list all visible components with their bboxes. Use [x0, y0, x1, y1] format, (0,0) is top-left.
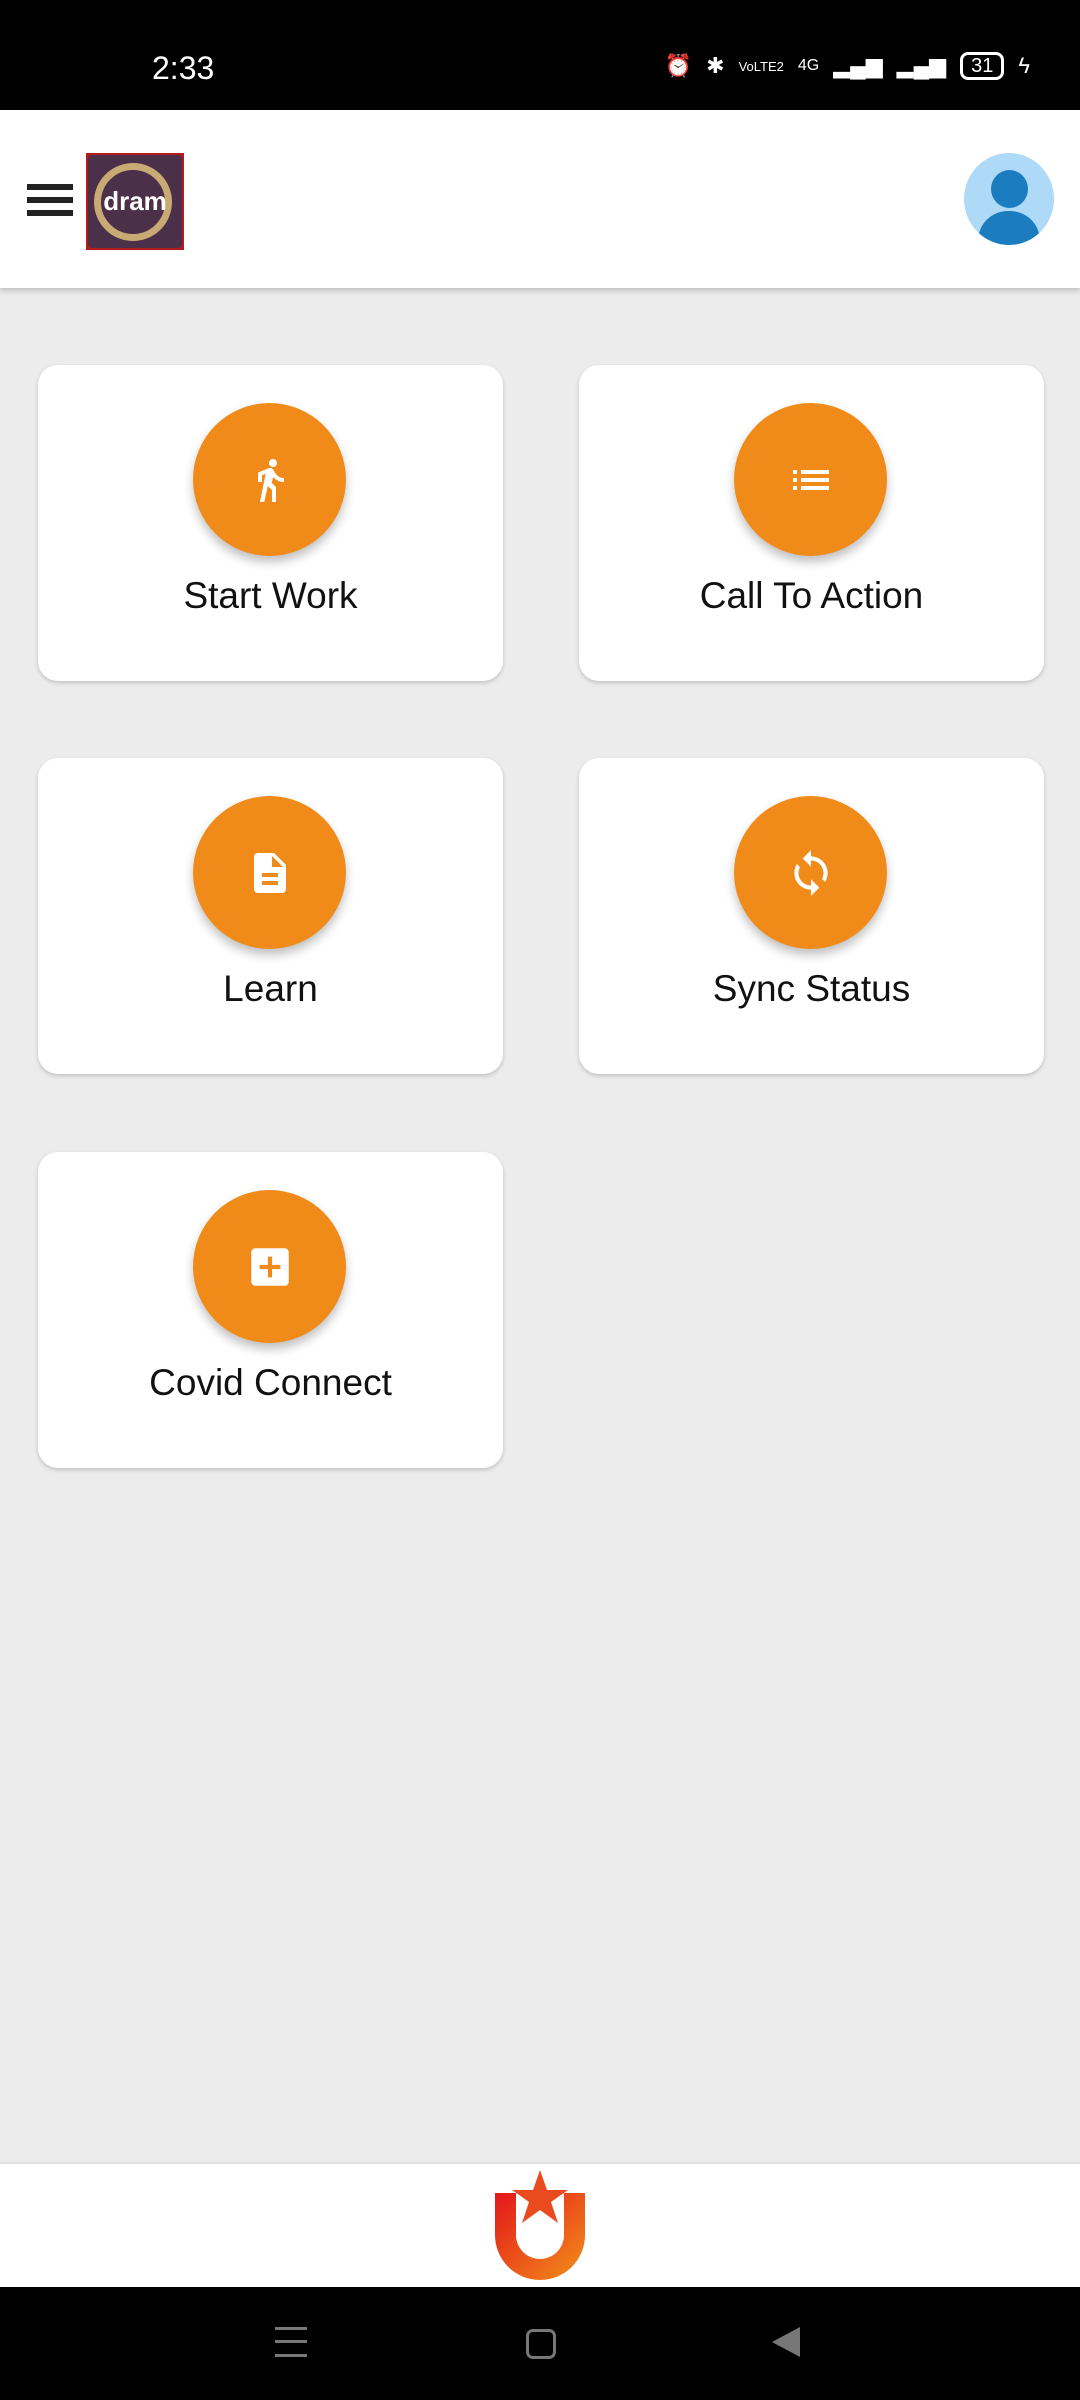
tile-call-to-action[interactable]: Call To Action — [579, 365, 1044, 681]
bluetooth-icon: ✱ — [706, 53, 725, 78]
back-button[interactable] — [772, 2327, 800, 2357]
signal-icon: ▂▄▆ — [833, 53, 883, 78]
running-person-icon — [257, 458, 284, 502]
tile-start-work[interactable]: Start Work — [38, 365, 503, 681]
logo-text: dram — [103, 186, 167, 216]
tile-label: Start Work — [183, 575, 358, 616]
list-icon — [792, 469, 829, 490]
tile-label: Learn — [223, 968, 318, 1009]
volte-icon: VoLTE2 — [738, 58, 784, 74]
document-icon — [253, 852, 286, 893]
battery-icon: 31 — [960, 52, 1005, 80]
hamburger-icon[interactable] — [27, 184, 73, 216]
alarm-icon: ⏰ — [664, 53, 693, 78]
tile-sync-status[interactable]: Sync Status — [579, 758, 1044, 1074]
footer — [0, 2162, 1080, 2287]
status-bar: 2:33 ⏰ ✱ VoLTE2 4G ▂▄▆ ▂▄▆ 31 ϟ — [0, 0, 1080, 110]
tile-label: Covid Connect — [149, 1362, 392, 1403]
sync-icon — [793, 849, 828, 896]
avatar[interactable] — [964, 153, 1054, 245]
tile-label: Call To Action — [699, 575, 924, 616]
tile-label: Sync Status — [712, 968, 911, 1009]
brand-logo — [495, 2170, 585, 2280]
charging-icon: ϟ — [1018, 53, 1030, 78]
signal-icon-2: ▂▄▆ — [896, 53, 947, 78]
app-logo: dram — [86, 153, 184, 250]
tile-covid-connect[interactable]: Covid Connect — [38, 1152, 503, 1468]
tile-learn[interactable]: Learn — [38, 758, 503, 1074]
medical-plus-icon — [250, 1247, 289, 1286]
network-type: 4G — [797, 57, 820, 74]
app-header: dram — [0, 110, 1080, 288]
status-time: 2:33 — [152, 50, 215, 86]
home-button[interactable] — [526, 2329, 556, 2359]
system-nav-bar — [0, 2287, 1080, 2400]
status-icons: ⏰ ✱ VoLTE2 4G ▂▄▆ ▂▄▆ 31 ϟ — [665, 52, 1030, 80]
recent-apps-button[interactable] — [275, 2327, 307, 2357]
user-icon — [991, 170, 1028, 208]
